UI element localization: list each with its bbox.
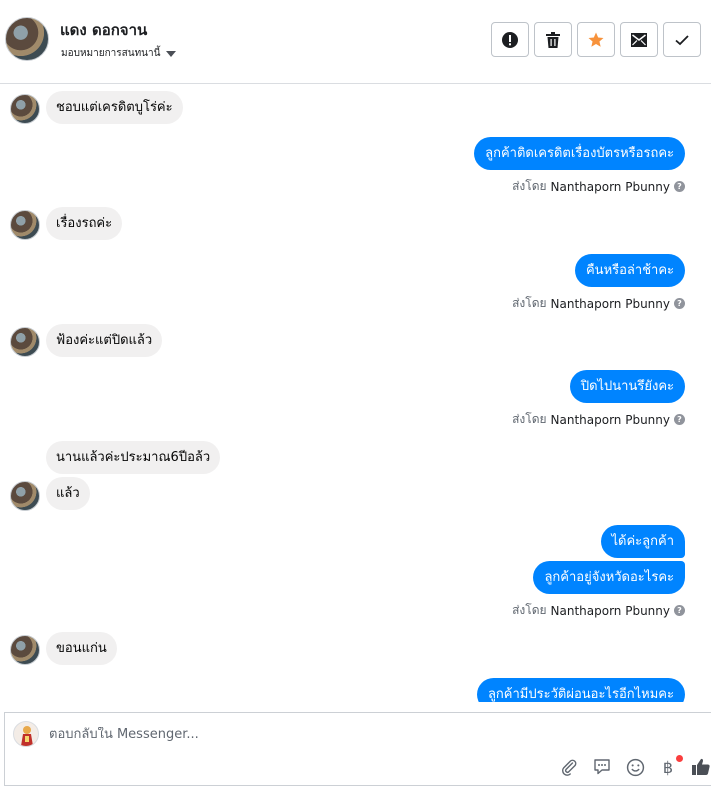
outgoing-message[interactable]: คืนหรือล่าช้าคะ (574, 254, 685, 287)
alert-icon (502, 31, 518, 48)
incoming-message[interactable]: ขอนแก่น (46, 632, 117, 665)
composer-tools: ฿ (558, 755, 711, 778)
incoming-message[interactable]: ชอบแต่เครดิตบูโร่ค่ะ (46, 91, 183, 124)
incoming-message[interactable]: แล้ว (46, 477, 90, 510)
outgoing-message[interactable]: ปิดไปนานรึยังคะ (569, 370, 685, 403)
outgoing-message[interactable]: ลูกค้ามีประวัติผ่อนอะไรอีกไหมคะ (476, 678, 685, 702)
sent-by-prefix: ส่งโดย (512, 179, 547, 193)
incoming-message[interactable]: นานแล้วค่ะประมาณ6ปีอล้ว (46, 441, 221, 474)
move-to-inbox-button[interactable] (620, 22, 658, 57)
star-button[interactable] (577, 22, 615, 57)
conversation-toolbar (491, 22, 701, 57)
outgoing-message[interactable]: ได้ค่ะลูกค้า (600, 525, 685, 558)
caret-down-icon (166, 50, 177, 57)
help-icon[interactable]: ? (674, 605, 685, 616)
sent-by-agent[interactable]: Nanthaporn Pbunny (551, 604, 670, 618)
payment-button[interactable]: ฿ (657, 755, 683, 778)
emoji-button[interactable] (624, 756, 646, 778)
assign-label: มอบหมายการสนทนานี้ (61, 48, 161, 59)
notification-dot (676, 755, 683, 762)
message-thread[interactable]: ชอบแต่เครดิตบูโร่ค่ะ ลูกค้าติดเครดิตเรื่… (0, 84, 711, 702)
sent-by-label: ส่งโดย Nanthaporn Pbunny ? (512, 410, 685, 429)
saved-replies-button[interactable] (591, 756, 613, 778)
contact-avatar-small (10, 635, 40, 665)
incoming-message[interactable]: ฟ้องค่ะแต่ปิดแล้ว (46, 324, 163, 357)
sent-by-label: ส่งโดย Nanthaporn Pbunny ? (512, 177, 685, 196)
reply-input[interactable] (49, 727, 449, 742)
sent-by-label: ส่งโดย Nanthaporn Pbunny ? (512, 294, 685, 313)
assign-conversation-dropdown[interactable]: มอบหมายการสนทนานี้ (61, 46, 177, 61)
smiley-icon (626, 758, 644, 776)
envelope-icon (631, 32, 647, 47)
contact-avatar-small (10, 210, 40, 240)
contact-avatar[interactable] (5, 17, 49, 61)
conversation-header: แดง ดอกจาน มอบหมายการสนทนานี้ (0, 0, 711, 84)
like-button[interactable] (690, 756, 711, 778)
sent-by-prefix: ส่งโดย (512, 603, 547, 617)
delete-button[interactable] (534, 22, 572, 57)
outgoing-message[interactable]: ลูกค้าอยู่จังหวัดอะไรคะ (533, 561, 685, 594)
incoming-message[interactable]: เรื่องรถค่ะ (46, 207, 123, 240)
sent-by-agent[interactable]: Nanthaporn Pbunny (551, 180, 670, 194)
mark-spam-button[interactable] (491, 22, 529, 57)
contact-avatar-small (10, 94, 40, 124)
contact-avatar-small (10, 327, 40, 357)
trash-icon (546, 31, 560, 48)
sent-by-agent[interactable]: Nanthaporn Pbunny (551, 297, 670, 311)
contact-name[interactable]: แดง ดอกจาน (60, 18, 147, 42)
attach-button[interactable] (558, 756, 580, 778)
sent-by-label: ส่งโดย Nanthaporn Pbunny ? (512, 601, 685, 620)
baht-icon: ฿ (662, 757, 674, 777)
thumbs-up-icon (692, 758, 710, 775)
speech-bubble-icon (594, 759, 610, 775)
page-logo-icon (21, 726, 33, 746)
help-icon[interactable]: ? (674, 181, 685, 192)
checkmark-icon (675, 34, 689, 45)
paperclip-icon (562, 759, 577, 776)
help-icon[interactable]: ? (674, 298, 685, 309)
sent-by-prefix: ส่งโดย (512, 412, 547, 426)
reply-composer: ฿ (4, 712, 711, 786)
star-icon (588, 32, 604, 47)
outgoing-message[interactable]: ลูกค้าติดเครดิตเรื่องบัตรหรือรถคะ (474, 137, 685, 170)
sent-by-prefix: ส่งโดย (512, 296, 547, 310)
help-icon[interactable]: ? (674, 414, 685, 425)
contact-avatar-small (10, 481, 40, 511)
sent-by-agent[interactable]: Nanthaporn Pbunny (551, 413, 670, 427)
mark-done-button[interactable] (663, 22, 701, 57)
page-avatar (13, 721, 39, 747)
